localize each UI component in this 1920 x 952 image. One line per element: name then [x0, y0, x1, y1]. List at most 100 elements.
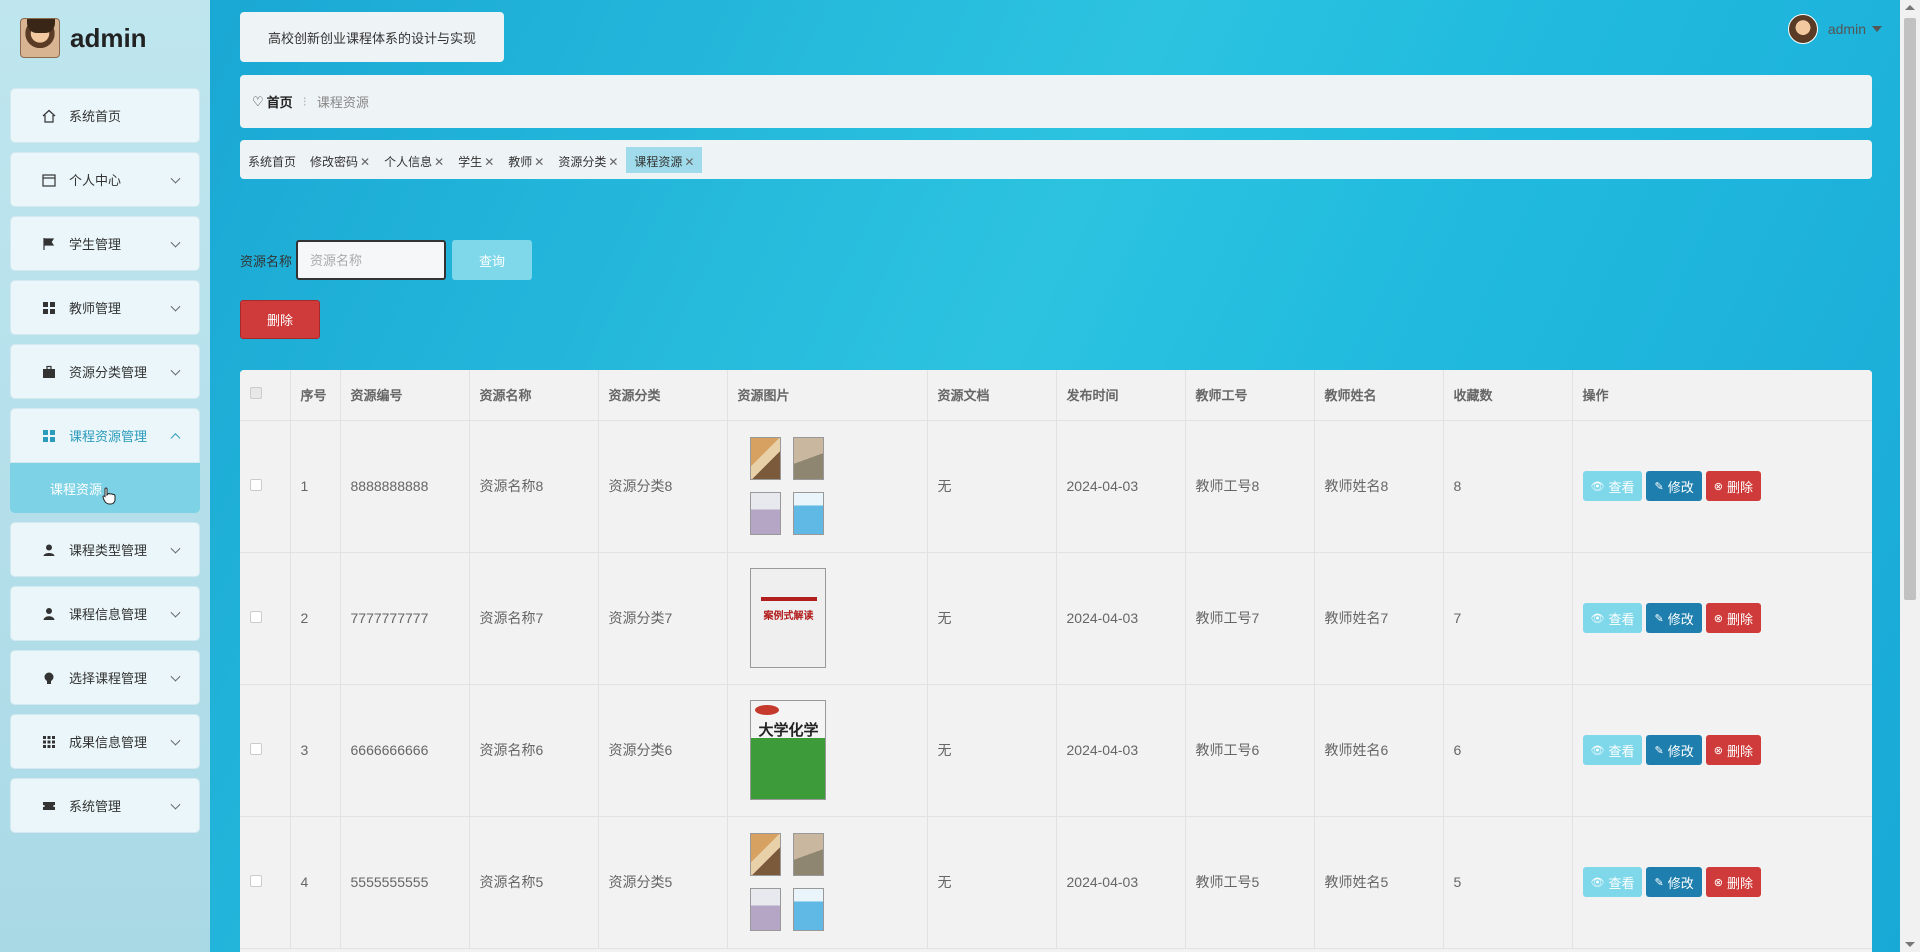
edit-label: 修改: [1667, 479, 1694, 495]
row-checkbox[interactable]: [250, 875, 262, 887]
scroll-up-icon[interactable]: [1905, 5, 1915, 10]
view-button[interactable]: 👁 查看: [1582, 867, 1643, 897]
col-header: 收藏数: [1443, 370, 1573, 421]
close-icon[interactable]: ✕: [360, 155, 370, 169]
delete-button[interactable]: 删除: [240, 300, 320, 339]
col-header: 操作: [1572, 370, 1872, 421]
sidebar-item-system[interactable]: 系统管理: [10, 778, 200, 833]
view-button[interactable]: 👁 查看: [1582, 471, 1643, 501]
col-header: 序号: [290, 370, 341, 421]
query-button[interactable]: 查询: [452, 240, 533, 280]
row-checkbox[interactable]: [250, 611, 262, 623]
cell-category: 资源分类7: [598, 552, 728, 685]
user-icon: [41, 606, 57, 622]
cell-no: 1: [290, 420, 341, 553]
tag-resource-category[interactable]: 资源分类 ✕: [558, 150, 618, 173]
sidebar-item-resource-category[interactable]: 资源分类管理: [10, 344, 200, 399]
admin-avatar: [20, 18, 60, 58]
cell-teacher-id: 教师工号6: [1185, 684, 1315, 817]
tag-label: 课程资源: [634, 155, 683, 169]
book-cover: [749, 492, 781, 535]
row-delete-button[interactable]: ⊗ 删除: [1705, 867, 1761, 897]
row-delete-button[interactable]: ⊗ 删除: [1705, 471, 1761, 501]
book-cover: [749, 888, 781, 931]
row-checkbox[interactable]: [250, 743, 262, 755]
bulb-icon: [41, 670, 57, 686]
tag-password[interactable]: 修改密码 ✕: [310, 150, 370, 173]
eye-icon: 👁: [1590, 480, 1605, 493]
sidebar-item-course-types[interactable]: 课程类型管理: [10, 522, 200, 577]
circle-x-icon: ⊗: [1713, 876, 1723, 889]
page-scrollbar[interactable]: [1900, 0, 1920, 952]
edit-button[interactable]: ✎ 修改: [1646, 471, 1702, 501]
sidebar-item-course-info[interactable]: 课程信息管理: [10, 586, 200, 641]
col-header: 教师工号: [1185, 370, 1315, 421]
resource-image[interactable]: [749, 833, 824, 931]
sidebar-item-label: 课程类型管理: [69, 543, 148, 558]
cell-teacher-id: 教师工号5: [1185, 816, 1315, 949]
select-all-checkbox[interactable]: [250, 387, 262, 400]
sidebar-item-students[interactable]: 学生管理: [10, 216, 200, 271]
chevron-down-icon: [170, 607, 181, 618]
grid-icon: [41, 428, 57, 444]
book-cover: [749, 833, 781, 876]
delete-label: 删除: [1726, 611, 1753, 627]
system-title: 高校创新创业课程体系的设计与实现: [240, 12, 504, 62]
table-row: 1 8888888888 资源名称8 资源分类8 无 2024-04-03 教师…: [240, 420, 1873, 553]
row-actions: 👁 查看 ✎ 修改 ⊗ 删除: [1582, 735, 1873, 765]
row-delete-button[interactable]: ⊗ 删除: [1705, 735, 1761, 765]
scroll-down-icon[interactable]: [1905, 942, 1915, 947]
cell-category: 资源分类6: [598, 684, 728, 817]
view-button[interactable]: 👁 查看: [1582, 603, 1643, 633]
col-header: 资源图片: [727, 370, 928, 421]
sidebar-item-achievements[interactable]: 成果信息管理: [10, 714, 200, 769]
close-icon[interactable]: ✕: [434, 155, 444, 169]
resource-image[interactable]: [749, 437, 824, 535]
close-icon[interactable]: ✕: [608, 155, 618, 169]
sidebar: admin 系统首页 个人中心 学生管理 教师管理 资源分类管理 课程资源管理 …: [0, 0, 210, 952]
tag-profile[interactable]: 个人信息 ✕: [384, 150, 444, 173]
cell-favorites: 7: [1443, 552, 1573, 685]
tag-students[interactable]: 学生 ✕: [458, 150, 494, 173]
row-select-cell: [240, 552, 291, 685]
resource-image[interactable]: 案例式解读: [749, 568, 826, 668]
scroll-thumb[interactable]: [1904, 18, 1916, 600]
sidebar-item-course-resources[interactable]: 课程资源管理: [10, 408, 200, 463]
tag-teachers[interactable]: 教师 ✕: [508, 150, 544, 173]
close-icon[interactable]: ✕: [684, 155, 694, 169]
book-cover: [792, 437, 824, 480]
chevron-down-icon: [170, 543, 181, 554]
main-content: 高校创新创业课程体系的设计与实现 admin ♡ 首页 ⁝ 课程资源 系统首页 …: [210, 0, 1900, 952]
tag-course-resources[interactable]: 课程资源 ✕: [626, 147, 703, 173]
breadcrumb-home[interactable]: ♡ 首页: [252, 92, 293, 111]
view-button[interactable]: 👁 查看: [1582, 735, 1643, 765]
cell-image: [727, 816, 928, 949]
search-input[interactable]: [296, 240, 447, 280]
row-checkbox[interactable]: [250, 479, 262, 491]
row-delete-button[interactable]: ⊗ 删除: [1705, 603, 1761, 633]
sidebar-item-course-selection[interactable]: 选择课程管理: [10, 650, 200, 705]
eye-icon: 👁: [1590, 612, 1605, 625]
edit-button[interactable]: ✎ 修改: [1646, 867, 1702, 897]
close-icon[interactable]: ✕: [534, 155, 544, 169]
sidebar-item-home[interactable]: 系统首页: [10, 88, 200, 143]
cell-favorites: 6: [1443, 684, 1573, 817]
edit-button[interactable]: ✎ 修改: [1646, 735, 1702, 765]
row-actions: 👁 查看 ✎ 修改 ⊗ 删除: [1582, 471, 1873, 501]
cell-code: 7777777777: [340, 552, 470, 685]
close-icon[interactable]: ✕: [484, 155, 494, 169]
edit-button[interactable]: ✎ 修改: [1646, 603, 1702, 633]
cover-title: 案例式解读: [763, 611, 814, 622]
cell-doc: 无: [927, 684, 1057, 817]
tag-home[interactable]: 系统首页: [248, 150, 296, 173]
breadcrumb: ♡ 首页 ⁝ 课程资源: [240, 75, 1872, 128]
sidebar-item-label: 系统首页: [69, 109, 122, 124]
breadcrumb-current: 课程资源: [316, 95, 369, 110]
resource-image[interactable]: 大学化学: [749, 700, 826, 800]
sidebar-item-personal[interactable]: 个人中心: [10, 152, 200, 207]
delete-label: 删除: [1726, 743, 1753, 759]
submenu-item-course-resources[interactable]: 课程资源: [10, 463, 200, 513]
sidebar-item-teachers[interactable]: 教师管理: [10, 280, 200, 335]
pencil-icon: ✎: [1654, 876, 1664, 889]
user-menu[interactable]: admin: [1787, 14, 1882, 44]
